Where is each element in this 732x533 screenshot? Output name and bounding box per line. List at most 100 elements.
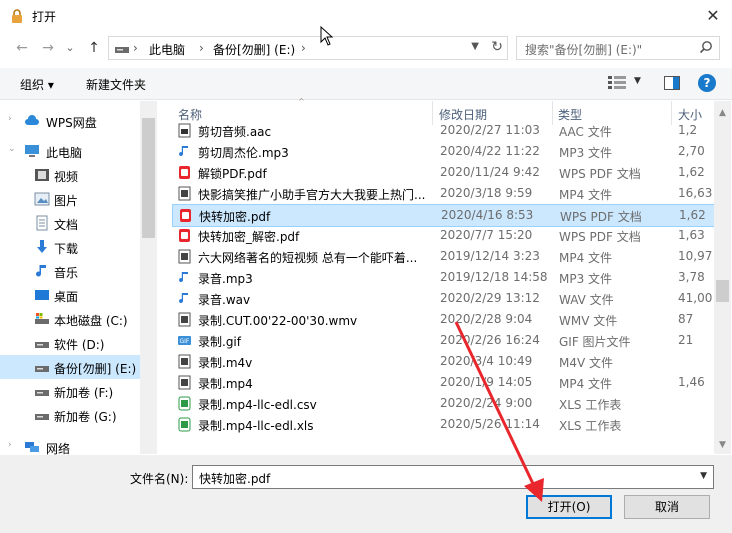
table-row[interactable]: 快转加密_解密.pdf 2020/7/7 15:20 WPS PDF 文档 1,63 xyxy=(172,225,714,246)
spreadsheet-file-icon xyxy=(178,396,191,411)
search-placeholder: 搜索"备份[勿删] (E:)" xyxy=(525,43,643,57)
chevron-right-icon[interactable]: › xyxy=(8,114,12,124)
sidebar-item-label: 视频 xyxy=(54,170,79,184)
chevron-right-icon[interactable]: › xyxy=(8,440,12,450)
breadcrumb-separator: › xyxy=(199,41,204,55)
file-type: WPS PDF 文档 xyxy=(560,210,642,224)
table-row[interactable]: 录制.mp4 2020/1/9 14:05 MP4 文件 1,46 xyxy=(172,372,714,393)
table-row[interactable]: 剪切音频.aac 2020/2/27 11:03 AAC 文件 1,2 xyxy=(172,120,714,141)
open-button[interactable]: 打开(O) xyxy=(526,495,612,519)
file-date: 2020/3/18 9:59 xyxy=(440,186,533,200)
file-type: GIF 图片文件 xyxy=(559,335,631,349)
file-type: AAC 文件 xyxy=(559,125,612,139)
sidebar-item-documents[interactable]: 文档 xyxy=(0,211,140,235)
sidebar-item-drive-g[interactable]: 新加卷 (G:) xyxy=(0,403,140,427)
pictures-folder-icon xyxy=(34,192,50,206)
table-row[interactable]: 录制.mp4-llc-edl.xls 2020/5/26 11:14 XLS 工作表 xyxy=(172,414,714,435)
table-row[interactable]: 解锁PDF.pdf 2020/11/24 9:42 WPS PDF 文档 1,62 xyxy=(172,162,714,183)
up-button[interactable]: ↑ xyxy=(84,38,104,58)
cloud-icon xyxy=(25,115,39,125)
sidebar-item-desktop[interactable]: 桌面 xyxy=(0,283,140,307)
search-box[interactable]: 搜索"备份[勿删] (E:)" xyxy=(516,36,720,60)
sidebar-item-music[interactable]: 音乐 xyxy=(0,259,140,283)
preview-pane-icon[interactable] xyxy=(664,76,680,90)
scroll-up-button[interactable]: ▲ xyxy=(714,101,731,125)
view-options-icon[interactable] xyxy=(608,76,626,90)
file-name: 六大网络著名的短视频 总有一个能吓着... xyxy=(198,251,418,265)
file-size: 1,62 xyxy=(678,165,705,179)
new-folder-button[interactable]: 新建文件夹 xyxy=(86,76,146,93)
audio-file-icon xyxy=(178,123,191,138)
sidebar-item-pictures[interactable]: 图片 xyxy=(0,187,140,211)
file-date: 2020/4/16 8:53 xyxy=(441,208,534,222)
file-date: 2020/2/26 16:24 xyxy=(440,333,540,347)
sidebar-item-label: 本地磁盘 (C:) xyxy=(54,314,128,328)
filename-label: 文件名(N): xyxy=(130,472,189,486)
table-row[interactable]: 快影搞笑推广小助手官方大大我要上热门... 2020/3/18 9:59 MP4 文… xyxy=(172,183,714,204)
table-row[interactable]: 剪切周杰伦.mp3 2020/4/22 11:22 MP3 文件 2,70 xyxy=(172,141,714,162)
sidebar-item-label: 下载 xyxy=(54,242,79,256)
organize-button[interactable]: 组织 ▾ xyxy=(20,76,54,93)
spreadsheet-file-icon xyxy=(178,417,191,432)
filename-input[interactable]: 快转加密.pdf ▼ xyxy=(192,465,714,489)
breadcrumb-this-pc[interactable]: 此电脑 xyxy=(149,41,185,58)
table-row[interactable]: 录音.mp3 2019/12/18 14:58 MP3 文件 3,78 xyxy=(172,267,714,288)
file-name: 录制.m4v xyxy=(198,356,253,370)
file-list-scroll-thumb[interactable] xyxy=(716,280,729,302)
file-date: 2020/7/7 15:20 xyxy=(440,228,533,242)
mouse-cursor-icon xyxy=(320,26,334,46)
sidebar-item-wps-cloud[interactable]: › WPS网盘 xyxy=(0,109,140,133)
chevron-down-icon[interactable]: ⌄ xyxy=(8,144,16,154)
file-name: 录制.CUT.00'22-00'30.wmv xyxy=(198,314,358,328)
forward-button[interactable]: → xyxy=(38,38,58,58)
file-name: 快转加密_解密.pdf xyxy=(198,230,300,244)
help-icon[interactable]: ? xyxy=(698,74,716,92)
file-type: MP3 文件 xyxy=(559,146,613,160)
file-type: M4V 文件 xyxy=(559,356,614,370)
back-button[interactable]: ← xyxy=(12,38,32,58)
table-row[interactable]: 快转加密.pdf 2020/4/16 8:53 WPS PDF 文档 1,62 xyxy=(172,204,716,227)
breadcrumb-separator: › xyxy=(133,41,138,55)
sidebar-item-drive-c[interactable]: 本地磁盘 (C:) xyxy=(0,307,140,331)
chevron-down-icon[interactable]: ▼ xyxy=(700,471,707,481)
file-type: WPS PDF 文档 xyxy=(559,230,641,244)
chevron-down-icon[interactable]: ▼ xyxy=(471,41,479,52)
file-name: 快影搞笑推广小助手官方大大我要上热门... xyxy=(198,188,426,202)
table-row[interactable]: 六大网络著名的短视频 总有一个能吓着... 2019/12/14 3:23 MP4 … xyxy=(172,246,714,267)
cancel-button[interactable]: 取消 xyxy=(624,495,710,519)
drive-icon xyxy=(115,47,129,53)
file-date: 2020/3/4 10:49 xyxy=(440,354,533,368)
file-name: 录制.mp4 xyxy=(198,377,253,391)
sidebar-item-videos[interactable]: 视频 xyxy=(0,163,140,187)
download-icon xyxy=(37,240,47,253)
music-file-icon xyxy=(179,272,188,283)
table-row[interactable]: 录音.wav 2020/2/29 13:12 WAV 文件 41,00 xyxy=(172,288,714,309)
navigation-pane: › WPS网盘 ⌄ 此电脑 视频 图片 文档 下载 音乐 桌面 本地磁盘 (C:… xyxy=(0,101,158,456)
file-date: 2020/2/29 13:12 xyxy=(440,291,540,305)
address-bar[interactable]: › 此电脑 › 备份[勿删] (E:) › ▼ ↻ xyxy=(108,36,508,60)
sidebar-item-label: 新加卷 (F:) xyxy=(54,386,114,400)
recent-locations-button[interactable]: ⌄ xyxy=(60,38,80,58)
sidebar-item-drive-f[interactable]: 新加卷 (F:) xyxy=(0,379,140,403)
close-button[interactable]: ✕ xyxy=(694,0,732,32)
file-name: 剪切周杰伦.mp3 xyxy=(198,146,289,160)
sidebar-item-downloads[interactable]: 下载 xyxy=(0,235,140,259)
file-date: 2020/11/24 9:42 xyxy=(440,165,540,179)
refresh-icon[interactable]: ↻ xyxy=(491,39,503,55)
table-row[interactable]: GIF 录制.gif 2020/2/26 16:24 GIF 图片文件 21 xyxy=(172,330,714,351)
chevron-down-icon[interactable]: ▼ xyxy=(634,76,641,86)
table-row[interactable]: 录制.mp4-llc-edl.csv 2020/2/24 9:00 XLS 工作表 xyxy=(172,393,714,414)
music-icon xyxy=(36,265,46,277)
breadcrumb-backup-drive[interactable]: 备份[勿删] (E:) xyxy=(213,41,295,58)
sidebar-item-drive-d[interactable]: 软件 (D:) xyxy=(0,331,140,355)
sidebar-item-drive-e[interactable]: 备份[勿删] (E:) xyxy=(0,355,140,379)
file-type: WPS PDF 文档 xyxy=(559,167,641,181)
file-date: 2019/12/18 14:58 xyxy=(440,270,548,284)
sidebar-item-this-pc[interactable]: ⌄ 此电脑 xyxy=(0,139,140,163)
scroll-down-button[interactable]: ▼ xyxy=(714,436,731,454)
table-row[interactable]: 录制.m4v 2020/3/4 10:49 M4V 文件 xyxy=(172,351,714,372)
table-row[interactable]: 录制.CUT.00'22-00'30.wmv 2020/2/28 9:04 WMV … xyxy=(172,309,714,330)
sidebar-scroll-thumb[interactable] xyxy=(142,118,155,238)
window-title: 打开 xyxy=(32,10,57,24)
search-icon[interactable] xyxy=(699,40,713,54)
